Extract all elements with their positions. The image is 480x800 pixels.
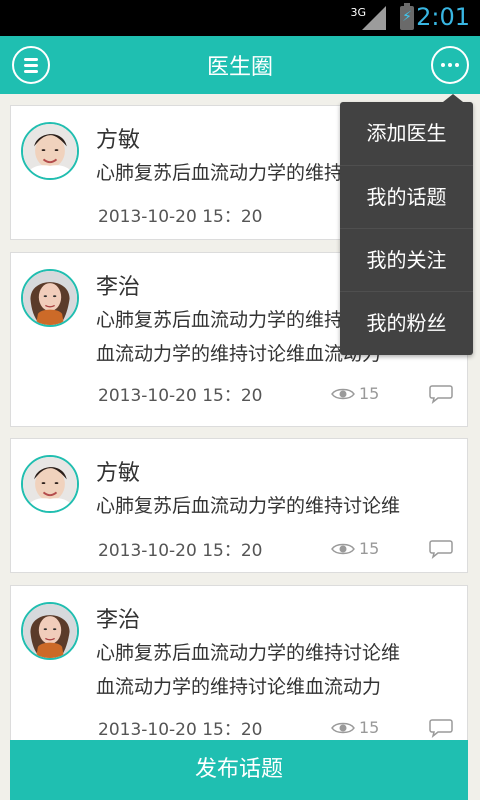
comment-icon[interactable] bbox=[429, 384, 453, 404]
status-bar: 3G ⚡ 2:01 bbox=[0, 0, 480, 36]
author-name: 李治 bbox=[96, 608, 141, 633]
woman-scarf-avatar-image bbox=[23, 271, 77, 325]
author-name: 方敏 bbox=[96, 461, 141, 486]
avatar[interactable] bbox=[21, 602, 79, 660]
menu-item-my-following[interactable]: 我的关注 bbox=[340, 228, 473, 292]
woman-smiling-avatar-image bbox=[23, 124, 77, 178]
post-card[interactable]: 方敏 心肺复苏后血流动力学的维持讨论维 2013-10-20 15：20 15 bbox=[10, 438, 468, 573]
signal-icon bbox=[362, 6, 386, 30]
view-count: 15 bbox=[331, 537, 391, 561]
menu-item-my-topics[interactable]: 我的话题 bbox=[340, 165, 473, 229]
author-name: 方敏 bbox=[96, 128, 141, 153]
woman-smiling-avatar-image bbox=[23, 457, 77, 511]
page-title: 医生圈 bbox=[206, 55, 273, 80]
menu-item-my-fans[interactable]: 我的粉丝 bbox=[340, 291, 473, 355]
avatar[interactable] bbox=[21, 455, 79, 513]
menu-item-add-doctor[interactable]: 添加医生 bbox=[340, 102, 473, 165]
more-options-icon[interactable] bbox=[431, 46, 469, 84]
comment-icon[interactable] bbox=[429, 718, 453, 738]
post-time: 2013-10-20 15：20 bbox=[98, 541, 263, 561]
comment-icon[interactable] bbox=[429, 539, 453, 559]
post-card[interactable]: 李治 心肺复苏后血流动力学的维持讨论维 血流动力学的维持讨论维血流动力 2013… bbox=[10, 585, 468, 743]
post-time: 2013-10-20 15：20 bbox=[98, 720, 263, 740]
overflow-menu: 添加医生 我的话题 我的关注 我的粉丝 bbox=[340, 94, 473, 355]
app-bar: 医生圈 bbox=[0, 36, 480, 94]
eye-icon bbox=[331, 722, 355, 734]
publish-topic-button[interactable]: 发布话题 bbox=[10, 740, 468, 800]
avatar[interactable] bbox=[21, 269, 79, 327]
post-content: 心肺复苏后血流动力学的维持讨论维 血流动力学的维持讨论维血流动力 bbox=[96, 642, 401, 698]
post-content: 心肺复苏后血流动力学的维持讨论维 bbox=[96, 495, 401, 517]
post-time: 2013-10-20 15：20 bbox=[98, 386, 263, 406]
status-time: 2:01 bbox=[416, 3, 470, 31]
avatar[interactable] bbox=[21, 122, 79, 180]
view-count: 15 bbox=[331, 382, 391, 406]
eye-icon bbox=[331, 388, 355, 400]
eye-icon bbox=[331, 543, 355, 555]
author-name: 李治 bbox=[96, 275, 141, 300]
woman-scarf-avatar-image bbox=[23, 604, 77, 658]
view-count: 15 bbox=[331, 716, 391, 740]
battery-icon: ⚡ bbox=[400, 3, 414, 30]
post-time: 2013-10-20 15：20 bbox=[98, 207, 263, 227]
